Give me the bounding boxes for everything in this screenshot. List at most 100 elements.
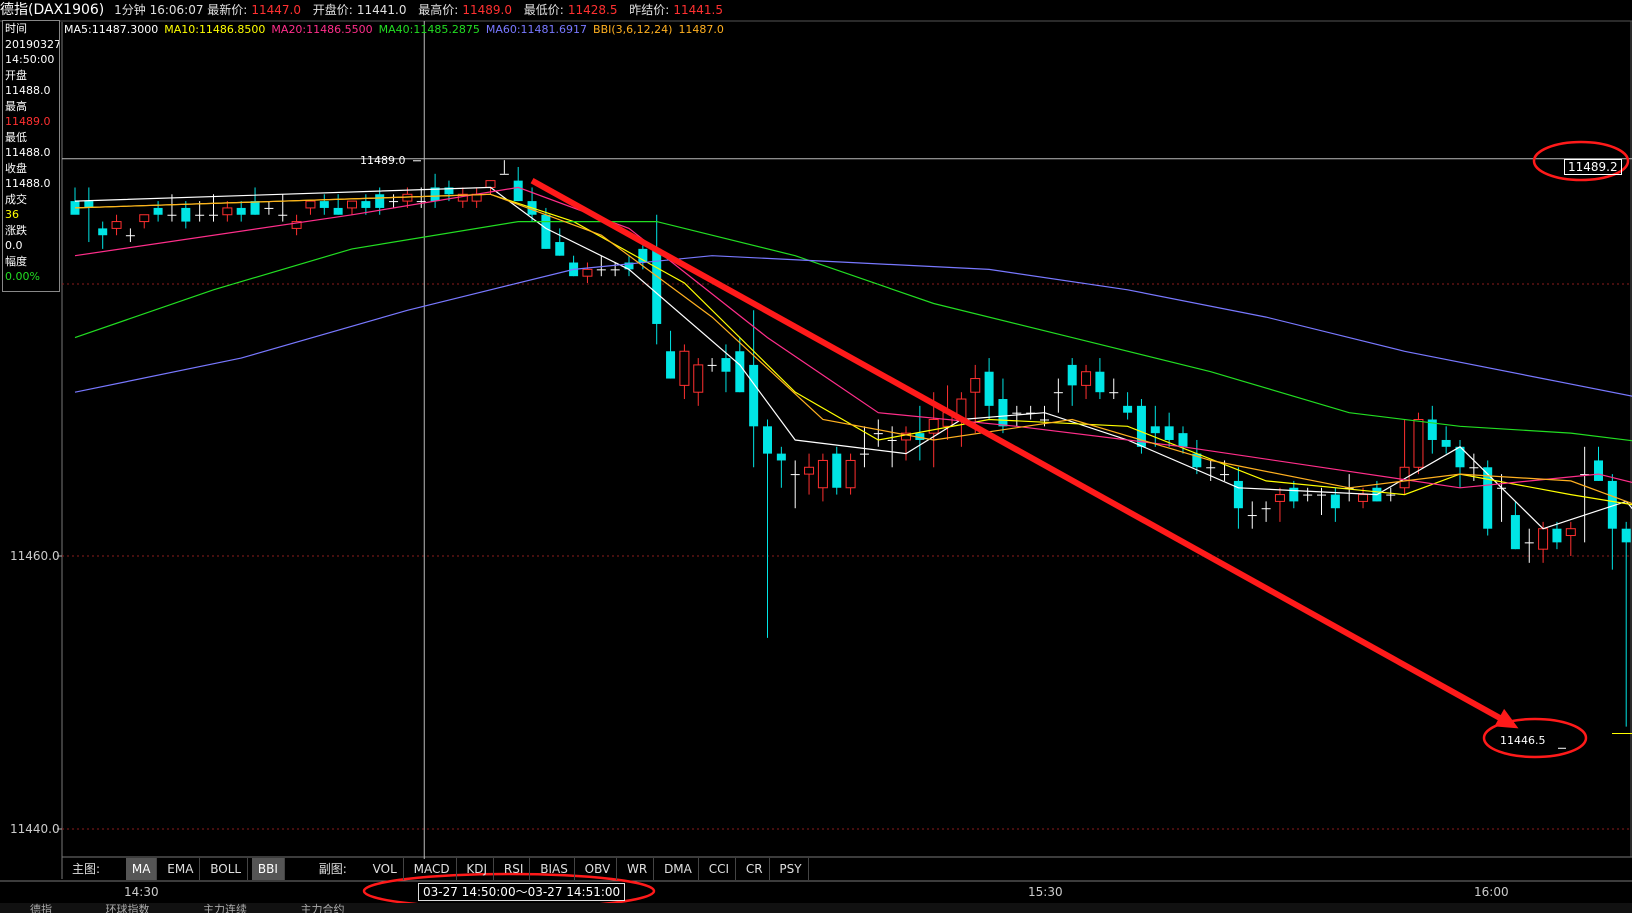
candle-body-14 [264,207,274,209]
indicator-2: MA20:11486.5500 [271,23,373,36]
candle-body-19 [333,207,343,215]
tab-macd[interactable]: MACD [408,858,457,880]
candle-body-86 [1261,508,1271,510]
indicator-legend: MA5:11487.3000 MA10:11486.8500 MA20:11486.… [64,22,730,38]
indicator-0: MA5:11487.3000 [64,23,159,36]
high-label: 最高 [5,99,27,113]
candle-body-62 [928,419,939,434]
candle-body-54 [817,459,828,489]
candle-body-48 [735,351,745,393]
time-tick-1: 14:30 [124,885,159,899]
tab-cci[interactable]: CCI [703,858,736,880]
bottom-tab-main-contract[interactable]: 主力合约 [301,903,345,913]
line-ma60 [74,255,1632,397]
bar-time: 14:50:00 [5,53,55,66]
bottom-tab-main-continuous[interactable]: 主力连续 [203,903,247,913]
close-value: 11488.0 [5,177,51,190]
tab-ma[interactable]: MA [125,858,158,880]
candle-body-70 [1040,419,1049,421]
candle-body-84 [1233,480,1243,509]
candle-body-6 [153,207,163,215]
candle-body-91 [1330,494,1340,509]
time-tick-3: 16:00 [1474,885,1509,899]
candle-body-76 [1123,405,1133,413]
candle-body-82 [1206,467,1216,469]
candle-body-59 [887,439,897,441]
tab-bias[interactable]: BIAS [534,858,575,880]
y-tick-11440: 11440.0 [10,822,60,836]
candle-body-87 [1274,494,1285,502]
indicator-6: 11487.0 [678,23,724,36]
candle-body-55 [832,453,842,488]
candle-body-65 [970,378,981,393]
candle-body-68 [1012,412,1022,414]
pct-label: 幅度 [5,254,27,268]
volume-label: 成交 [5,192,27,206]
candle-body-37 [582,268,593,277]
tab-wr[interactable]: WR [621,858,655,880]
candle-body-47 [721,358,731,372]
trend-arrow-line [530,178,1510,726]
time-tick-2: 15:30 [1028,885,1063,899]
open-label: 开盘 [5,68,27,82]
time-label: 时间 [5,22,27,35]
candle-body-23 [389,201,399,203]
time-axis: 14:30 15:30 16:00 [62,881,1632,903]
candle-body-10 [209,214,218,216]
candle-body-46 [707,364,717,366]
candle-body-38 [596,269,606,271]
pct-value: 0.00% [5,270,40,283]
bottom-tab-dax[interactable]: 德指 [30,903,52,913]
candle-body-43 [666,351,676,379]
tab-vol[interactable]: VOL [367,858,404,880]
indicator-4: MA60:11481.6917 [485,23,588,36]
tab-boll[interactable]: BOLL [204,858,249,880]
tab-rsi[interactable]: RSI [498,858,531,880]
candle-body-49 [749,364,759,427]
candle-body-50 [763,426,772,454]
candle-body-85 [1247,515,1257,517]
candle-body-106 [1538,528,1549,550]
candle-body-66 [984,371,994,406]
candle-body-53 [804,466,815,475]
tab-cr[interactable]: CR [740,858,770,880]
candle-body-105 [1524,542,1534,544]
candle-body-71 [1053,392,1063,394]
candle-body-3 [111,221,122,229]
candle-body-78 [1150,426,1160,434]
candle-body-51 [776,453,786,461]
tab-obv[interactable]: OBV [579,858,618,880]
line-ma20 [74,186,1632,489]
candle-body-73 [1081,371,1092,386]
candle-body-42 [652,248,662,324]
candle-body-104 [1510,515,1520,550]
candle-body-67 [998,399,1008,427]
candle-body-44 [679,350,690,386]
candle-body-9 [195,214,205,216]
candle-body-20 [347,200,357,209]
bar-info-panel: 时间 20190327 14:50:00 开盘 11488.0 最高 11489… [2,20,60,292]
candle-body-11 [222,207,233,216]
candle-body-39 [610,269,620,271]
indicator-5: BBI(3,6,12,24) [593,23,673,36]
candle-body-95 [1386,494,1396,496]
candle-body-83 [1220,474,1230,476]
bar-date: 20190327 [5,37,59,51]
tab-dma[interactable]: DMA [658,858,699,880]
change-label: 涨跌 [5,223,27,237]
sub-chart-label: 副图: [318,862,347,876]
low-label: 最低 [5,130,27,144]
bottom-tab-global[interactable]: 环球指数 [106,903,150,913]
candlestick-chart[interactable] [0,0,1632,913]
candle-body-72 [1067,364,1077,386]
candle-body-35 [555,242,565,256]
candle-body-5 [139,214,150,223]
open-value: 11488.0 [5,84,51,97]
candle-body-34 [541,214,551,249]
tab-kdj[interactable]: KDJ [460,858,495,880]
tab-ema[interactable]: EMA [161,858,201,880]
candle-body-52 [790,474,800,476]
tab-bbi[interactable]: BBI [251,858,285,880]
tab-psy[interactable]: PSY [773,858,809,880]
candle-body-22 [375,194,385,208]
